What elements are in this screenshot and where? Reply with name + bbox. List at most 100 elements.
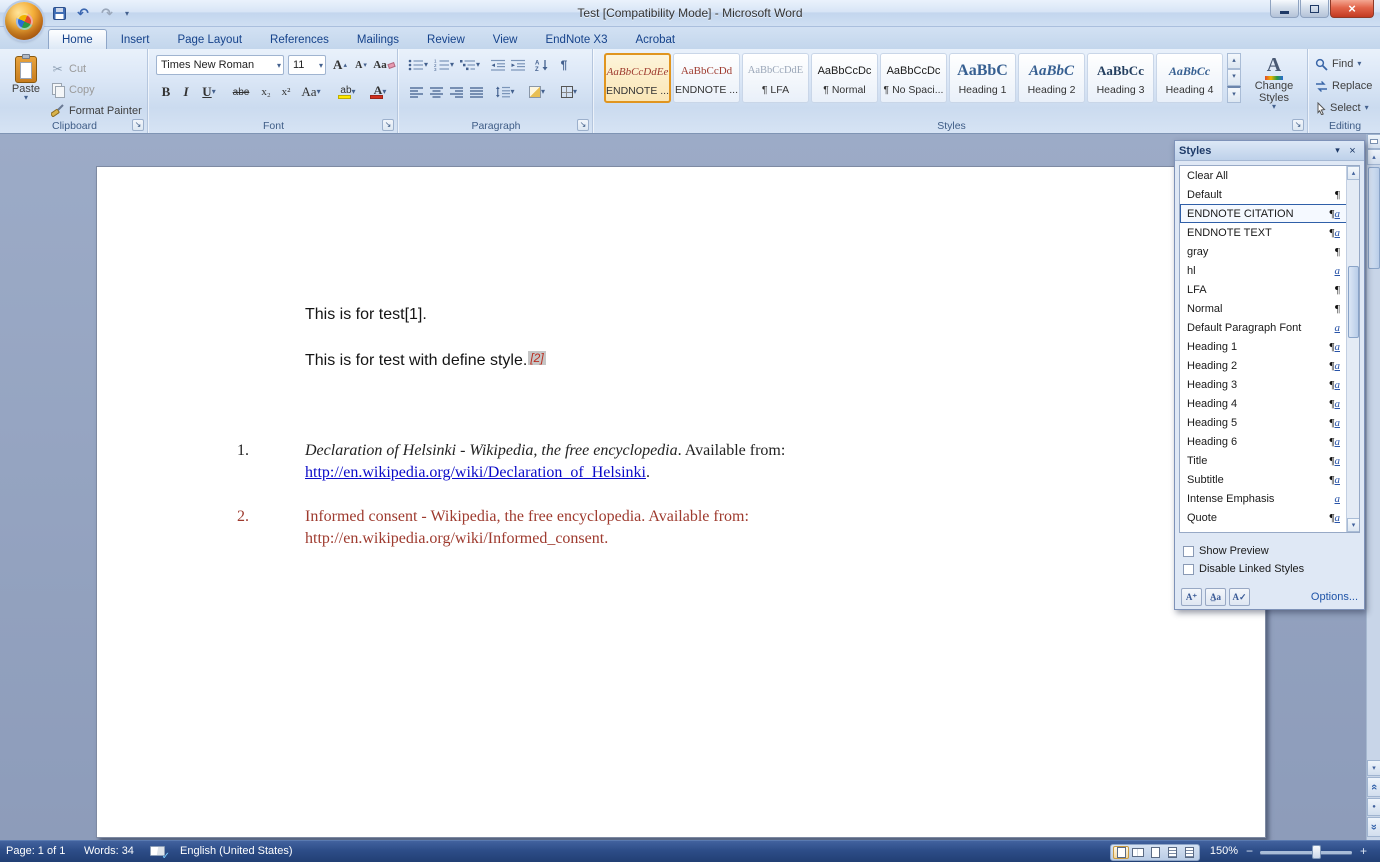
style-gallery-item-lfa[interactable]: AaBbCcDdE ¶ LFA: [742, 53, 809, 103]
styles-list-scrollbar[interactable]: ▴ ▾: [1346, 166, 1359, 532]
find-button[interactable]: Find ▾: [1315, 55, 1377, 73]
style-list-item[interactable]: Heading 1¶a: [1180, 337, 1359, 356]
scroll-down-button[interactable]: ▾: [1347, 518, 1360, 532]
style-list-item[interactable]: ENDNOTE TEXT¶a: [1180, 223, 1359, 242]
numbering-button[interactable]: 123▾: [432, 55, 456, 75]
previous-page-button[interactable]: «: [1367, 777, 1380, 797]
styles-panel-menu-button[interactable]: ▾: [1330, 144, 1345, 158]
style-inspector-button[interactable]: A̲a: [1205, 588, 1226, 606]
scroll-up-button[interactable]: ▴: [1367, 149, 1380, 165]
style-gallery-item-heading1[interactable]: AaBbC Heading 1: [949, 53, 1016, 103]
styles-panel-close-button[interactable]: ×: [1345, 144, 1360, 158]
select-browse-object-button[interactable]: ●: [1367, 798, 1380, 816]
change-case-button[interactable]: Aa▾: [298, 82, 324, 102]
decrease-indent-button[interactable]: [488, 55, 508, 75]
styles-panel-header[interactable]: Styles ▾ ×: [1175, 141, 1364, 161]
undo-button[interactable]: ↶: [74, 4, 92, 22]
style-list-item[interactable]: Heading 2¶a: [1180, 356, 1359, 375]
tab-review[interactable]: Review: [413, 29, 479, 49]
tab-acrobat[interactable]: Acrobat: [622, 29, 690, 49]
style-gallery-item-endnote-citation[interactable]: AaBbCcDdEe ENDNOTE ...: [604, 53, 671, 103]
tab-home[interactable]: Home: [48, 29, 107, 49]
clipboard-dialog-launcher[interactable]: ↘: [132, 119, 144, 131]
options-link[interactable]: Options...: [1311, 591, 1358, 603]
style-gallery-item-endnote-text[interactable]: AaBbCcDd ENDNOTE ...: [673, 53, 740, 103]
style-list-item[interactable]: Subtitle¶a: [1180, 470, 1359, 489]
style-gallery-item-no-spacing[interactable]: AaBbCcDc ¶ No Spaci...: [880, 53, 947, 103]
style-list-item[interactable]: Heading 5¶a: [1180, 413, 1359, 432]
save-button[interactable]: [50, 4, 68, 22]
scroll-thumb[interactable]: [1368, 167, 1380, 269]
full-screen-reading-view-button[interactable]: [1130, 846, 1146, 859]
gallery-scroll-down-button[interactable]: ▾: [1227, 69, 1241, 85]
style-list-item[interactable]: Intense Emphasisa: [1180, 489, 1359, 508]
font-color-button[interactable]: A▾: [366, 82, 394, 102]
reference-link[interactable]: http://en.wikipedia.org/wiki/Declaration…: [305, 464, 646, 481]
qat-customize-button[interactable]: ▾: [122, 4, 132, 22]
underline-dropdown[interactable]: ▾: [212, 89, 216, 95]
style-list-item[interactable]: Clear All: [1180, 166, 1359, 185]
subscript-button[interactable]: x₂: [256, 82, 276, 102]
font-name-select[interactable]: Times New Roman ▾: [156, 55, 284, 75]
zoom-level[interactable]: 150%: [1204, 845, 1238, 857]
style-list-item[interactable]: Normal¶: [1180, 299, 1359, 318]
ruler-toggle-button[interactable]: [1367, 134, 1380, 149]
document-page[interactable]: This is for test[1]. This is for test wi…: [96, 166, 1266, 838]
tab-view[interactable]: View: [479, 29, 532, 49]
style-list-item[interactable]: Default¶: [1180, 185, 1359, 204]
grow-font-button[interactable]: A▴: [330, 55, 350, 75]
show-preview-checkbox[interactable]: Show Preview: [1183, 545, 1269, 557]
proofing-status-button[interactable]: ✓: [150, 845, 168, 859]
style-list-item[interactable]: Title¶a: [1180, 451, 1359, 470]
close-button[interactable]: ×: [1330, 0, 1374, 18]
bold-button[interactable]: B: [156, 82, 176, 102]
tab-references[interactable]: References: [256, 29, 343, 49]
gallery-scroll-up-button[interactable]: ▴: [1227, 53, 1241, 69]
tab-mailings[interactable]: Mailings: [343, 29, 413, 49]
format-painter-button[interactable]: Format Painter: [48, 101, 146, 120]
next-page-button[interactable]: «: [1367, 817, 1380, 837]
highlight-color-button[interactable]: ab▾: [334, 82, 362, 102]
sort-button[interactable]: AZ: [532, 55, 552, 75]
copy-button[interactable]: Copy: [48, 80, 146, 99]
strikethrough-button[interactable]: abe: [228, 82, 254, 102]
document-scrollbar[interactable]: ▴ ▾ « ● «: [1366, 134, 1380, 840]
scroll-down-button[interactable]: ▾: [1367, 760, 1380, 776]
zoom-slider[interactable]: [1260, 851, 1352, 854]
minimize-button[interactable]: [1270, 0, 1299, 18]
style-list-item[interactable]: Heading 6¶a: [1180, 432, 1359, 451]
office-button[interactable]: [5, 2, 43, 40]
line-spacing-button[interactable]: ▾: [492, 82, 518, 102]
superscript-button[interactable]: x²: [276, 82, 296, 102]
zoom-in-button[interactable]: +: [1357, 844, 1370, 859]
tab-endnote-x3[interactable]: EndNote X3: [531, 29, 621, 49]
maximize-button[interactable]: [1300, 0, 1329, 18]
scroll-up-button[interactable]: ▴: [1347, 166, 1360, 180]
style-list-item[interactable]: gray¶: [1180, 242, 1359, 261]
style-gallery-item-heading4[interactable]: AaBbCc Heading 4: [1156, 53, 1223, 103]
outline-view-button[interactable]: [1164, 846, 1180, 859]
cut-button[interactable]: ✂ Cut: [48, 59, 146, 78]
multilevel-list-button[interactable]: ▾: [458, 55, 482, 75]
redo-button[interactable]: ↷: [98, 4, 116, 22]
align-center-button[interactable]: [426, 82, 446, 102]
paragraph-dialog-launcher[interactable]: ↘: [577, 119, 589, 131]
disable-linked-styles-checkbox[interactable]: Disable Linked Styles: [1183, 563, 1304, 575]
justify-button[interactable]: [466, 82, 486, 102]
underline-button[interactable]: U▾: [196, 82, 222, 102]
style-list-item[interactable]: Heading 4¶a: [1180, 394, 1359, 413]
page-indicator[interactable]: Page: 1 of 1: [6, 845, 65, 857]
style-list-item[interactable]: Default Paragraph Fonta: [1180, 318, 1359, 337]
style-gallery-item-heading3[interactable]: AaBbCc Heading 3: [1087, 53, 1154, 103]
borders-button[interactable]: ▾: [556, 82, 582, 102]
styles-dialog-launcher[interactable]: ↘: [1292, 119, 1304, 131]
manage-styles-button[interactable]: A✓: [1229, 588, 1250, 606]
new-style-button[interactable]: A⁺: [1181, 588, 1202, 606]
font-dialog-launcher[interactable]: ↘: [382, 119, 394, 131]
change-styles-button[interactable]: A Change Styles ▾: [1246, 54, 1302, 118]
style-list-item[interactable]: Heading 3¶a: [1180, 375, 1359, 394]
replace-button[interactable]: Replace: [1315, 77, 1377, 95]
tab-page-layout[interactable]: Page Layout: [163, 29, 256, 49]
zoom-slider-thumb[interactable]: [1312, 845, 1321, 859]
language-indicator[interactable]: English (United States): [180, 845, 293, 857]
